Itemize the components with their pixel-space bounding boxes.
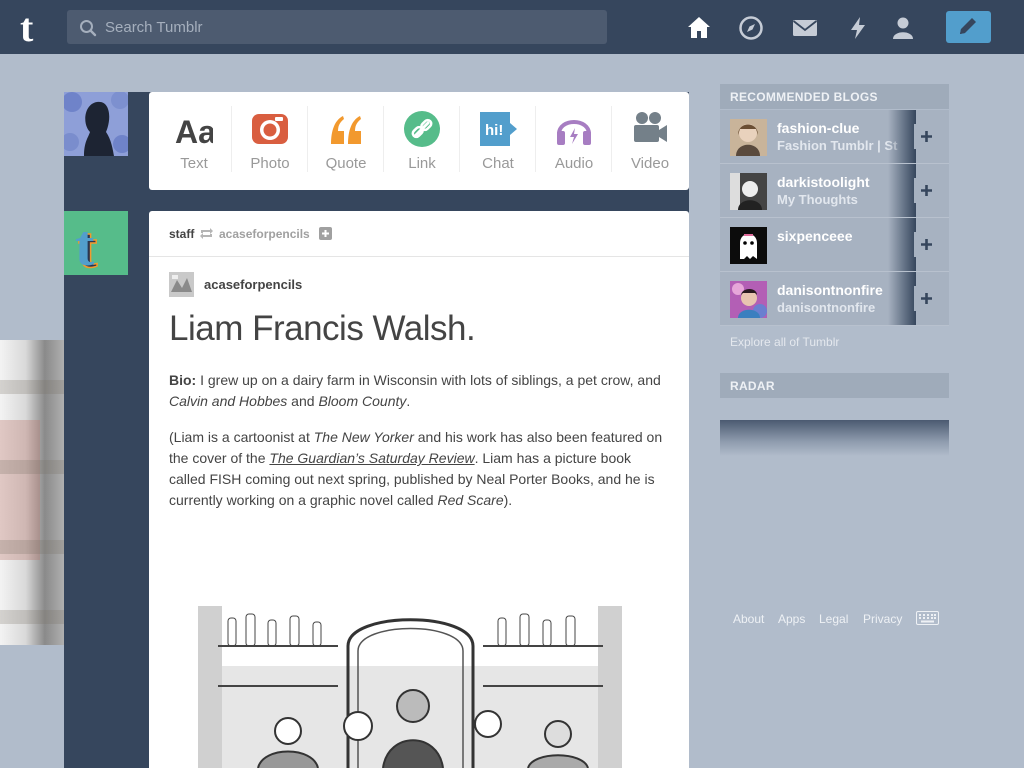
chat-post-label: Chat: [482, 155, 514, 172]
follow-plus-icon[interactable]: [319, 227, 332, 240]
source-blog-avatar[interactable]: [169, 272, 194, 297]
blog-name[interactable]: darkistoolight: [777, 174, 870, 190]
post-title: Liam Francis Walsh.: [169, 309, 476, 348]
tumblr-logo-icon[interactable]: t: [17, 8, 49, 46]
activity-lightning-icon[interactable]: [845, 15, 871, 41]
post-header: staff acaseforpencils: [149, 211, 689, 257]
headphones-icon: [557, 120, 591, 145]
follow-button[interactable]: [914, 232, 939, 257]
video-post-label: Video: [630, 155, 670, 172]
plus-icon: [921, 185, 932, 196]
cartoon-illustration: [198, 606, 622, 768]
blog-name[interactable]: fashion-clue: [777, 120, 859, 136]
photo-post-button[interactable]: Photo: [232, 92, 308, 190]
explore-link[interactable]: Explore all of Tumblr: [730, 335, 839, 349]
staff-avatar[interactable]: t t: [64, 211, 128, 275]
guardian-link[interactable]: The Guardian’s Saturday Review: [269, 450, 474, 466]
reblogged-from-link[interactable]: acaseforpencils: [219, 227, 310, 241]
post-card: staff acaseforpencils acaseforpencils Li…: [149, 211, 689, 768]
post-bio-paragraph: Bio: I grew up on a dairy farm in Wiscon…: [169, 372, 661, 409]
video-post-button[interactable]: Video: [612, 92, 688, 190]
explore-compass-icon[interactable]: [738, 15, 764, 41]
svg-text:Aa: Aa: [175, 114, 213, 148]
plus-icon: [921, 131, 932, 142]
link-icon: [404, 111, 440, 147]
footer-about-link[interactable]: About: [733, 612, 764, 626]
background-photo: [0, 340, 64, 645]
pencil-icon: [960, 18, 976, 34]
account-person-icon[interactable]: [890, 15, 916, 41]
quote-icon: [331, 116, 361, 144]
photo-post-label: Photo: [250, 155, 290, 172]
footer-legal-link[interactable]: Legal: [819, 612, 848, 626]
camera-icon: [252, 114, 288, 144]
post-body-paragraph: (Liam is a cartoonist at The New Yorker …: [169, 429, 663, 508]
link-post-label: Link: [408, 155, 436, 172]
compose-button[interactable]: [946, 11, 991, 43]
footer-apps-link[interactable]: Apps: [778, 612, 805, 626]
keyboard-shortcuts-icon[interactable]: [916, 611, 939, 625]
search-bar[interactable]: [67, 10, 607, 44]
reblog-icon: [200, 228, 213, 239]
post-author-link[interactable]: staff: [169, 227, 194, 241]
video-camera-icon: [634, 112, 667, 142]
blog-name[interactable]: sixpenceee: [777, 228, 853, 244]
post-type-selector: Aa Text Photo Quote Link hi! Chat Audio …: [149, 92, 689, 190]
svg-text:t: t: [75, 213, 95, 275]
audio-post-label: Audio: [554, 155, 594, 172]
search-input[interactable]: [105, 10, 595, 44]
quote-post-label: Quote: [325, 155, 367, 172]
text-icon: Aa: [175, 114, 213, 148]
svg-text:hi!: hi!: [485, 122, 503, 139]
source-blog-name[interactable]: acaseforpencils: [204, 277, 302, 292]
quote-post-button[interactable]: Quote: [308, 92, 384, 190]
blog-avatar[interactable]: [730, 281, 767, 318]
blog-name[interactable]: danisontnonfire: [777, 282, 883, 298]
audio-post-button[interactable]: Audio: [536, 92, 612, 190]
blog-avatar[interactable]: [730, 119, 767, 156]
recommended-blogs-heading: RECOMMENDED BLOGS: [720, 84, 949, 109]
home-icon[interactable]: [686, 15, 712, 41]
search-icon: [80, 20, 97, 37]
blog-avatar[interactable]: [730, 173, 767, 210]
link-post-button[interactable]: Link: [384, 92, 460, 190]
user-avatar[interactable]: [64, 92, 128, 156]
inbox-mail-icon[interactable]: [792, 15, 818, 41]
radar-post-preview[interactable]: [720, 420, 949, 456]
chat-icon: hi!: [480, 112, 517, 146]
follow-button[interactable]: [914, 178, 939, 203]
text-post-button[interactable]: Aa Text: [156, 92, 232, 190]
plus-icon: [921, 293, 932, 304]
footer-privacy-link[interactable]: Privacy: [863, 612, 902, 626]
follow-button[interactable]: [914, 286, 939, 311]
radar-heading: RADAR: [720, 373, 949, 398]
blog-avatar[interactable]: [730, 227, 767, 264]
text-post-label: Text: [180, 155, 208, 172]
svg-text:t: t: [20, 8, 34, 46]
follow-button[interactable]: [914, 124, 939, 149]
top-navigation-bar: t: [0, 0, 1024, 54]
chat-post-button[interactable]: hi! Chat: [460, 92, 536, 190]
plus-icon: [921, 239, 932, 250]
